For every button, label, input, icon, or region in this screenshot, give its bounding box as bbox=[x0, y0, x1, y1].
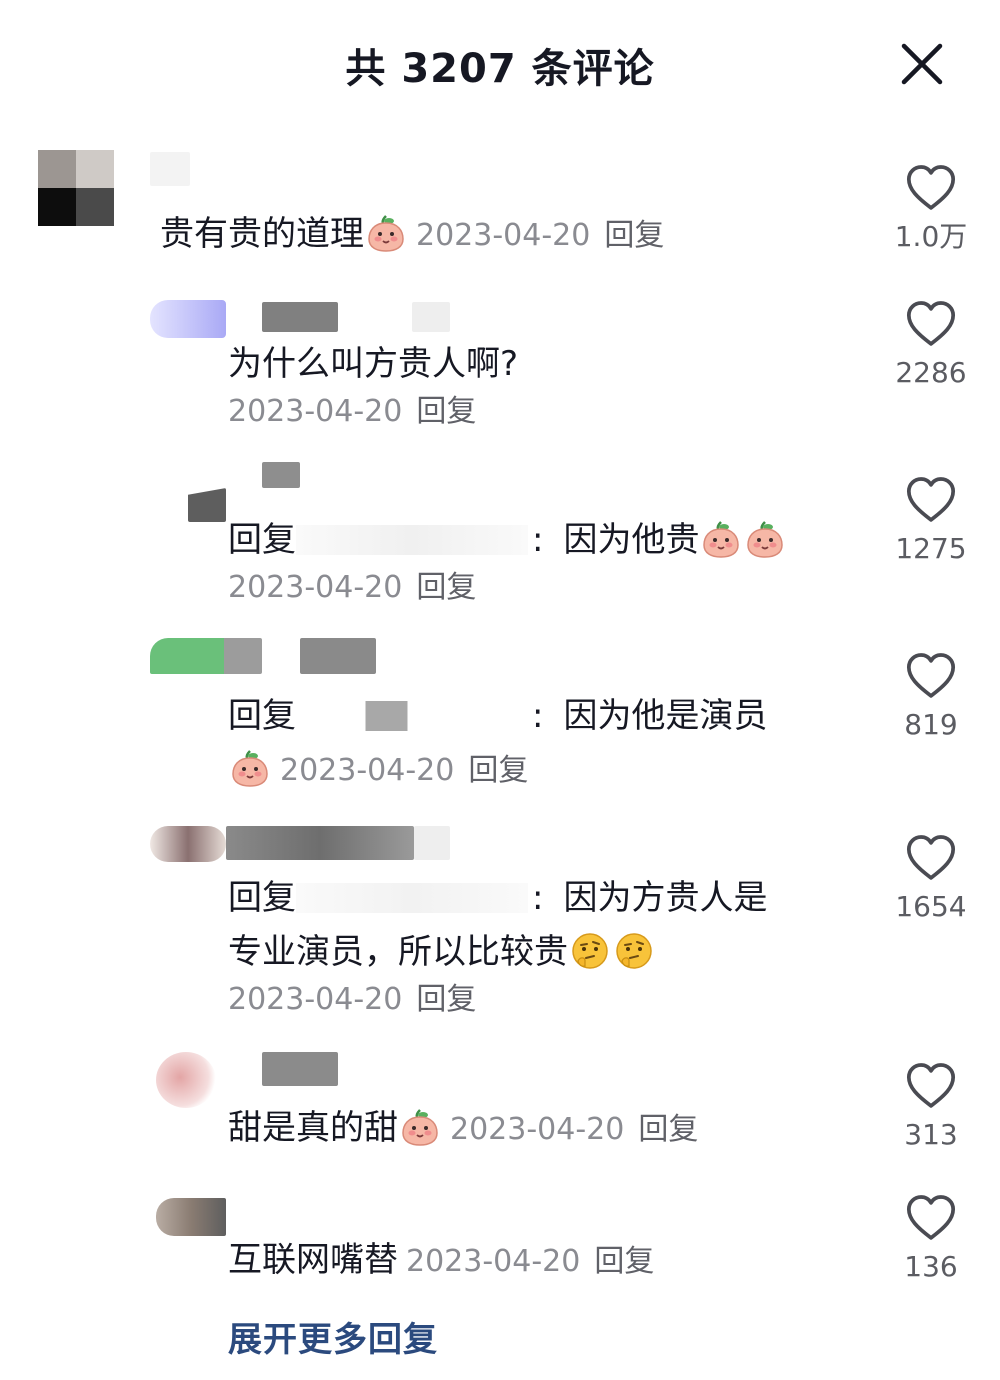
reply-button[interactable]: 回复 bbox=[416, 982, 476, 1017]
heart-outline-icon bbox=[903, 160, 959, 216]
reply-meta: 2023-04-20 回复 bbox=[228, 568, 476, 608]
reply-text-line: 互联网嘴替 2023-04-20 回复 bbox=[228, 1238, 654, 1284]
reply-button[interactable]: 回复 bbox=[468, 753, 528, 788]
reply-text: 因为方贵人是 bbox=[563, 878, 768, 918]
reply-text-line: 回复: 因为他是演员 bbox=[228, 694, 767, 738]
avatar[interactable] bbox=[156, 1052, 216, 1108]
avatar[interactable] bbox=[38, 150, 114, 226]
like-button[interactable]: 1654 bbox=[886, 830, 976, 924]
heart-outline-icon bbox=[903, 1190, 959, 1246]
username-redacted[interactable] bbox=[150, 152, 190, 186]
reply-button[interactable]: 回复 bbox=[604, 218, 664, 253]
like-count: 1.0万 bbox=[894, 220, 968, 253]
avatar[interactable] bbox=[156, 1198, 226, 1236]
close-icon bbox=[901, 43, 943, 85]
reply-text: 专业演员，所以比较贵 bbox=[228, 932, 568, 972]
username-redacted bbox=[412, 302, 450, 332]
mention-redacted[interactable] bbox=[296, 883, 528, 913]
like-button[interactable]: 819 bbox=[886, 648, 976, 742]
reply-text-line: 回复: 因为方贵人是 bbox=[228, 876, 767, 920]
reply-meta: 2023-04-20 回复 bbox=[228, 392, 476, 432]
reply-text-line: 回复: 因为他贵 bbox=[228, 518, 787, 562]
username-redacted bbox=[414, 826, 450, 860]
username-redacted[interactable] bbox=[226, 826, 414, 860]
heart-outline-icon bbox=[903, 830, 959, 886]
like-button[interactable]: 1275 bbox=[886, 472, 976, 566]
page-title: 共 3207 条评论 bbox=[345, 46, 655, 92]
like-button[interactable]: 1.0万 bbox=[886, 160, 976, 254]
username-redacted[interactable] bbox=[300, 638, 376, 674]
comment-text: 贵有贵的道理 bbox=[160, 214, 364, 254]
reply-date: 2023-04-20 bbox=[228, 394, 403, 429]
like-button[interactable]: 136 bbox=[886, 1190, 976, 1284]
avatar[interactable] bbox=[150, 638, 262, 674]
heart-outline-icon bbox=[903, 472, 959, 528]
comment-date: 2023-04-20 bbox=[416, 218, 591, 253]
reply-prefix: 回复 bbox=[228, 878, 296, 918]
reply-meta: 2023-04-20 回复 bbox=[228, 980, 476, 1020]
reply-date: 2023-04-20 bbox=[228, 982, 403, 1017]
username-redacted[interactable] bbox=[262, 1052, 338, 1086]
peach-face-emoji bbox=[230, 748, 270, 788]
reply-text: 因为他贵 bbox=[563, 520, 700, 560]
reply-text-line-2: 专业演员，所以比较贵 bbox=[228, 930, 656, 974]
peach-face-emoji bbox=[745, 519, 785, 559]
avatar[interactable] bbox=[150, 300, 226, 338]
reply-prefix: 回复 bbox=[228, 520, 296, 560]
peach-face-emoji bbox=[400, 1107, 440, 1147]
expand-more-replies-link[interactable]: 展开更多回复 bbox=[228, 1312, 438, 1361]
like-count: 1275 bbox=[895, 532, 967, 565]
like-count: 1654 bbox=[895, 890, 967, 923]
like-count: 2286 bbox=[895, 356, 967, 389]
reply-button[interactable]: 回复 bbox=[416, 394, 476, 429]
reply-meta: 2023-04-20 回复 bbox=[228, 748, 528, 791]
reply-text-line: 为什么叫方贵人啊? bbox=[228, 342, 518, 386]
reply-button[interactable]: 回复 bbox=[416, 570, 476, 605]
close-button[interactable] bbox=[898, 40, 946, 88]
peach-face-emoji bbox=[366, 213, 406, 253]
reply-date: 2023-04-20 bbox=[450, 1112, 625, 1147]
comment-text-line: 贵有贵的道理 2023-04-20 回复 bbox=[160, 212, 664, 258]
like-button[interactable]: 313 bbox=[886, 1058, 976, 1152]
reply-prefix: 回复 bbox=[228, 696, 296, 736]
like-button[interactable]: 2286 bbox=[886, 296, 976, 390]
like-count: 136 bbox=[904, 1250, 958, 1283]
reply-colon: : bbox=[532, 520, 544, 560]
username-redacted[interactable] bbox=[262, 302, 338, 332]
heart-outline-icon bbox=[903, 296, 959, 352]
thinking-face-emoji bbox=[570, 931, 610, 971]
reply-text: 互联网嘴替 bbox=[228, 1240, 398, 1280]
reply-date: 2023-04-20 bbox=[406, 1244, 581, 1279]
username-redacted[interactable] bbox=[262, 462, 300, 488]
reply-button[interactable]: 回复 bbox=[638, 1112, 698, 1147]
thinking-face-emoji bbox=[614, 931, 654, 971]
peach-face-emoji bbox=[701, 519, 741, 559]
reply-text: 因为他是演员 bbox=[563, 696, 768, 736]
reply-text: 甜是真的甜 bbox=[228, 1108, 398, 1148]
mention-redacted[interactable] bbox=[296, 701, 528, 731]
avatar[interactable] bbox=[150, 826, 226, 862]
heart-outline-icon bbox=[903, 1058, 959, 1114]
reply-colon: : bbox=[532, 696, 544, 736]
mention-redacted[interactable] bbox=[296, 525, 528, 555]
heart-outline-icon bbox=[903, 648, 959, 704]
reply-button[interactable]: 回复 bbox=[594, 1244, 654, 1279]
reply-date: 2023-04-20 bbox=[280, 753, 455, 788]
like-count: 313 bbox=[904, 1118, 958, 1151]
reply-date: 2023-04-20 bbox=[228, 570, 403, 605]
reply-colon: : bbox=[532, 878, 544, 918]
reply-text: 为什么叫方贵人啊? bbox=[228, 344, 519, 384]
like-count: 819 bbox=[904, 708, 958, 741]
avatar[interactable] bbox=[188, 488, 226, 522]
reply-text-line: 甜是真的甜 2023-04-20 回复 bbox=[228, 1106, 698, 1152]
